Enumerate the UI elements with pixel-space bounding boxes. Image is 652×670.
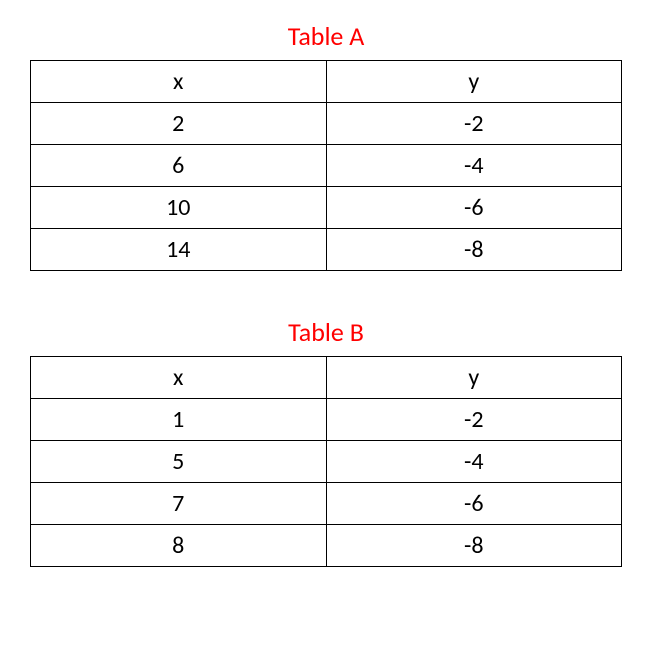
- table-cell: -8: [326, 229, 622, 271]
- table-header-y: y: [326, 61, 622, 103]
- table-cell: -4: [326, 441, 622, 483]
- table-a: x y 2 -2 6 -4 10 -6 14 -8: [30, 60, 622, 271]
- table-cell: 6: [31, 145, 327, 187]
- table-header-x: x: [31, 61, 327, 103]
- table-cell: 2: [31, 103, 327, 145]
- table-row: x y: [31, 357, 622, 399]
- table-b-title: Table B: [30, 316, 622, 348]
- table-b-section: Table B x y 1 -2 5 -4 7 -6 8 -8: [30, 316, 622, 567]
- table-cell: -6: [326, 187, 622, 229]
- table-row: 5 -4: [31, 441, 622, 483]
- table-row: 10 -6: [31, 187, 622, 229]
- table-cell: 10: [31, 187, 327, 229]
- table-cell: 7: [31, 483, 327, 525]
- table-row: 6 -4: [31, 145, 622, 187]
- table-a-section: Table A x y 2 -2 6 -4 10 -6 14 -8: [30, 20, 622, 271]
- table-cell: 1: [31, 399, 327, 441]
- table-cell: -8: [326, 525, 622, 567]
- table-row: 14 -8: [31, 229, 622, 271]
- table-cell: 8: [31, 525, 327, 567]
- table-cell: 5: [31, 441, 327, 483]
- table-cell: 14: [31, 229, 327, 271]
- table-row: x y: [31, 61, 622, 103]
- table-row: 7 -6: [31, 483, 622, 525]
- table-row: 8 -8: [31, 525, 622, 567]
- table-cell: -2: [326, 103, 622, 145]
- table-a-title: Table A: [30, 20, 622, 52]
- table-b: x y 1 -2 5 -4 7 -6 8 -8: [30, 356, 622, 567]
- table-row: 2 -2: [31, 103, 622, 145]
- table-cell: -4: [326, 145, 622, 187]
- table-cell: -2: [326, 399, 622, 441]
- table-row: 1 -2: [31, 399, 622, 441]
- table-header-x: x: [31, 357, 327, 399]
- table-cell: -6: [326, 483, 622, 525]
- table-header-y: y: [326, 357, 622, 399]
